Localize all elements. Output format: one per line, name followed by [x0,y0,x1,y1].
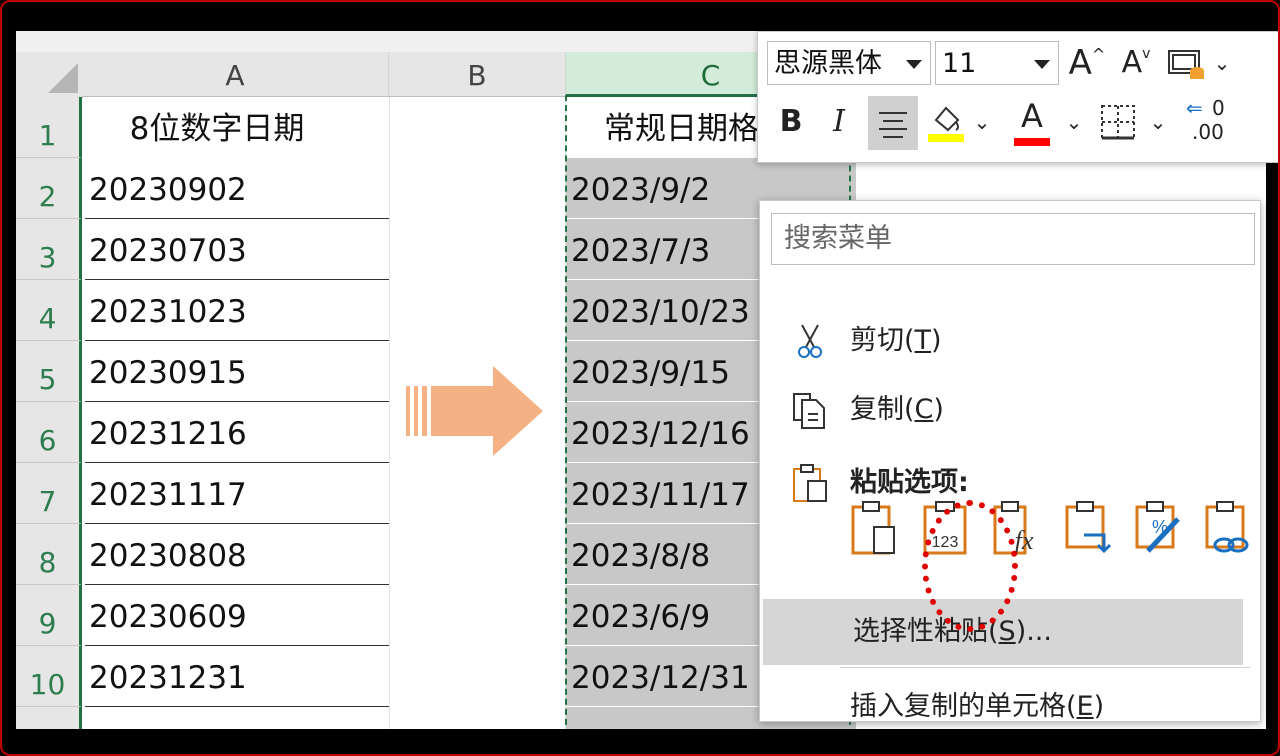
center-align-button[interactable] [868,96,918,150]
corner-triangle-icon [48,63,78,93]
copy-icon [793,393,825,429]
menu-item-paste-special[interactable]: 选择性粘贴(S)... [763,599,1243,665]
chevron-down-icon[interactable]: ⌄ [972,100,992,144]
cell-a3[interactable]: 20230703 [85,219,389,280]
chevron-down-icon [1034,60,1050,69]
paste-options-row: 123 fx % [850,499,1270,559]
cell-a2[interactable]: 20230902 [85,158,389,219]
menu-item-copy-label: 复制(C) [850,394,944,425]
font-name-select[interactable]: 思源黑体 [767,41,931,85]
row-header-6[interactable]: 6 [16,402,82,463]
chevron-down-icon[interactable]: ⌄ [1210,41,1234,85]
menu-item-paste-special-label: 选择性粘贴(S)... [853,616,1052,647]
row-header-5[interactable]: 5 [16,341,82,402]
mini-toolbar: 思源黑体 11 A^ Av ⌄ B I ⌄ A ⌄ ⌄ ⇐ 0 .00 [757,31,1278,163]
row-header-11[interactable] [16,707,82,729]
cell-a5[interactable]: 20230915 [85,341,389,402]
menu-item-copy[interactable]: 复制(C) [760,382,1260,438]
paste-transpose-icon[interactable] [1064,499,1112,557]
cell-styles-icon [1168,50,1204,79]
cell-a4[interactable]: 20231023 [85,280,389,341]
menu-search-input[interactable]: 搜索菜单 [771,213,1255,265]
row-header-4[interactable]: 4 [16,280,82,341]
font-size-select[interactable]: 11 [935,41,1059,85]
font-color-swatch [1014,138,1050,146]
row-header-10[interactable]: 10 [16,646,82,707]
paint-bucket-icon [928,106,964,142]
shrink-font-button[interactable]: Av [1115,41,1157,85]
menu-item-cut-label: 剪切(T) [850,325,942,356]
cell-styles-button[interactable] [1163,41,1209,85]
column-header-a[interactable]: A [82,52,389,97]
scissors-icon [798,324,822,358]
center-align-icon [879,112,907,138]
row-header-7[interactable]: 7 [16,463,82,524]
grow-font-label: A [1068,43,1092,83]
borders-icon [1101,105,1135,140]
chevron-down-icon[interactable]: ⌄ [1148,100,1168,144]
cell-a8[interactable]: 20230808 [85,524,389,585]
chevron-down-icon [906,60,922,69]
row-header-8[interactable]: 8 [16,524,82,585]
cell-a10[interactable]: 20231231 [85,646,389,707]
paste-formatting-icon[interactable]: % [1134,499,1182,557]
paste-icon[interactable] [850,499,898,557]
row-header-2[interactable]: 2 [16,158,82,219]
decimal-label: .00 [1192,120,1224,144]
select-all-corner[interactable] [16,52,83,98]
svg-text:123: 123 [932,534,959,551]
font-name-value: 思源黑体 [774,48,882,79]
shrink-font-label: A [1121,45,1143,80]
svg-text:fx: fx [1015,526,1034,555]
column-header-b[interactable]: B [389,52,566,97]
clipboard-icon [793,464,827,502]
cell-a7[interactable]: 20231117 [85,463,389,524]
grow-font-button[interactable]: A^ [1066,41,1108,85]
context-menu: 搜索菜单 剪切(T) 复制(C) 粘贴选项: 123 fx % 选择性粘贴(S)… [759,200,1261,722]
font-color-label: A [1021,97,1043,135]
row-header-9[interactable]: 9 [16,585,82,646]
caret-down-icon: v [1142,46,1151,62]
cell-a9[interactable]: 20230609 [85,585,389,646]
caret-up-icon: ^ [1091,45,1106,64]
bold-button[interactable]: B [774,100,808,144]
menu-item-cut[interactable]: 剪切(T) [760,313,1260,369]
decrease-decimal-button[interactable]: ⇐ 0 .00 [1182,96,1232,144]
row-header-3[interactable]: 3 [16,219,82,280]
italic-button[interactable]: I [822,100,856,144]
right-arrow-icon [406,366,543,456]
font-color-button[interactable]: A [1012,94,1052,146]
paste-values-icon[interactable]: 123 [922,499,970,557]
paste-link-icon[interactable] [1204,499,1252,557]
borders-button[interactable] [1096,100,1140,144]
screenshot-frame: A B C 1 2 3 4 5 6 7 8 9 10 8位数字日期 202309… [0,0,1280,756]
menu-separator [840,667,1250,668]
menu-item-insert-copied-cells[interactable]: 插入复制的单元格(E) [760,679,1260,735]
fill-color-button[interactable] [926,98,966,142]
paste-formulas-icon[interactable]: fx [992,499,1040,557]
font-size-value: 11 [942,48,977,79]
menu-item-insert-label: 插入复制的单元格(E) [850,691,1105,722]
cell-a6[interactable]: 20231216 [85,402,389,463]
cell-a1[interactable]: 8位数字日期 [85,97,389,158]
row-header-1[interactable]: 1 [16,97,82,158]
gridline [389,97,390,729]
chevron-down-icon[interactable]: ⌄ [1064,100,1084,144]
